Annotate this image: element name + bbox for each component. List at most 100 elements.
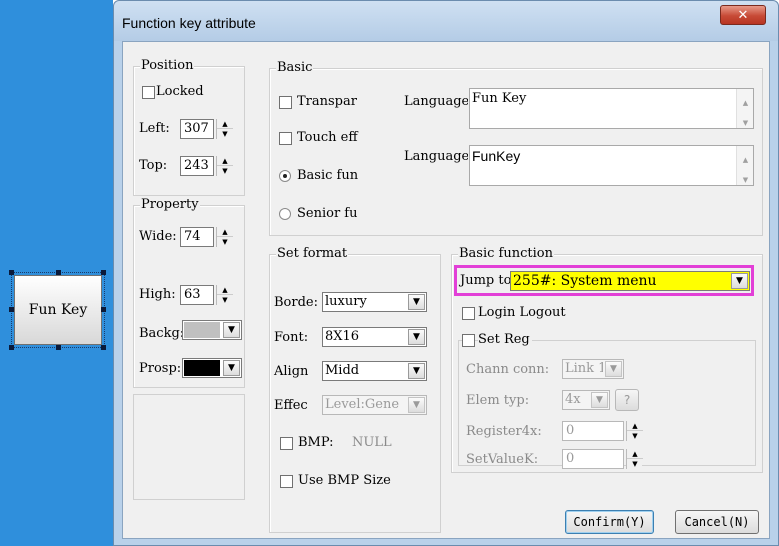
elem-help-button: ? xyxy=(615,389,639,411)
scroll-up-icon[interactable]: ▲ xyxy=(737,151,754,169)
elem-typ-select: 4x ▼ xyxy=(562,390,610,410)
confirm-button[interactable]: Confirm(Y) xyxy=(565,510,654,534)
spin-down-icon[interactable]: ▼ xyxy=(627,431,643,441)
jump-to-value: 255#: System menu xyxy=(513,273,657,289)
effect-value: Level:Gene xyxy=(325,397,400,412)
register4x-spinner[interactable]: ▲ ▼ xyxy=(626,421,643,441)
touch-effect-checkbox[interactable] xyxy=(279,132,292,145)
high-label: High: xyxy=(139,287,176,302)
chevron-down-icon: ▼ xyxy=(408,397,425,413)
set-format-legend: Set format xyxy=(276,246,349,261)
resize-handle[interactable] xyxy=(9,345,14,350)
use-bmp-size-checkbox[interactable] xyxy=(280,475,293,488)
close-icon: ✕ xyxy=(737,7,749,23)
wide-spinner[interactable]: ▲ ▼ xyxy=(216,227,233,247)
transparent-label: Transpar xyxy=(297,94,357,109)
dialog-client: Position Locked Left: 307 ▲ ▼ Top: 243 ▲ ▼… xyxy=(122,41,770,539)
jump-to-select[interactable]: 255#: System menu ▼ xyxy=(510,271,750,291)
left-label: Left: xyxy=(139,121,170,136)
effect-select: Level:Gene ▼ xyxy=(322,395,427,415)
wide-input[interactable]: 74 xyxy=(180,227,214,247)
set-reg-label: Set Reg xyxy=(478,332,532,348)
resize-handle[interactable] xyxy=(101,270,106,275)
resize-handle[interactable] xyxy=(9,270,14,275)
background-color-swatch xyxy=(184,322,220,338)
top-label: Top: xyxy=(139,158,168,173)
scroll-up-icon[interactable]: ▲ xyxy=(737,94,754,112)
chevron-down-icon[interactable]: ▼ xyxy=(408,329,425,345)
chann-conn-select: Link 1 ▼ xyxy=(562,359,624,379)
basic-function-radio-label: Basic fun xyxy=(297,168,359,183)
transparent-checkbox[interactable] xyxy=(279,96,292,109)
font-select[interactable]: 8X16 ▼ xyxy=(322,327,427,347)
locked-checkbox[interactable] xyxy=(142,86,155,99)
high-spinner[interactable]: ▲ ▼ xyxy=(216,285,233,305)
close-button[interactable]: ✕ xyxy=(720,5,766,25)
setvaluek-spinner[interactable]: ▲ ▼ xyxy=(626,449,643,469)
position-group: Position Locked Left: 307 ▲ ▼ Top: 243 ▲ ▼ xyxy=(133,59,245,196)
spin-up-icon[interactable]: ▲ xyxy=(217,156,233,166)
dialog-title: Function key attribute xyxy=(122,15,256,31)
resize-handle[interactable] xyxy=(9,307,14,312)
language1-scrollbar[interactable]: ▲ ▼ xyxy=(736,89,753,128)
basic-legend: Basic xyxy=(276,60,314,75)
chevron-down-icon[interactable]: ▼ xyxy=(223,360,240,376)
fun-key-widget[interactable]: Fun Key xyxy=(14,275,102,345)
set-reg-checkbox[interactable] xyxy=(462,334,475,347)
chevron-down-icon[interactable]: ▼ xyxy=(731,273,748,289)
bmp-checkbox[interactable] xyxy=(280,437,293,450)
property-group: Property Wide: 74 ▲ ▼ High: 63 ▲ ▼ Backg: … xyxy=(133,198,245,388)
scroll-down-icon[interactable]: ▼ xyxy=(737,171,754,189)
cancel-button[interactable]: Cancel(N) xyxy=(675,510,759,534)
left-spinner[interactable]: ▲ ▼ xyxy=(216,119,233,139)
scroll-down-icon[interactable]: ▼ xyxy=(737,114,754,132)
spin-up-icon[interactable]: ▲ xyxy=(627,449,643,459)
chevron-down-icon: ▼ xyxy=(591,392,608,408)
chevron-down-icon[interactable]: ▼ xyxy=(223,322,240,338)
language1-label: Language xyxy=(404,94,468,109)
chevron-down-icon[interactable]: ▼ xyxy=(408,363,425,379)
spin-down-icon[interactable]: ▼ xyxy=(217,237,233,247)
spin-down-icon[interactable]: ▼ xyxy=(217,129,233,139)
jump-to-label: Jump to xyxy=(460,273,512,288)
use-bmp-size-label: Use BMP Size xyxy=(298,473,391,488)
spin-down-icon[interactable]: ▼ xyxy=(627,459,643,469)
font-label: Font: xyxy=(274,330,309,345)
resize-handle[interactable] xyxy=(101,307,106,312)
setvaluek-input: 0 xyxy=(562,449,624,469)
resize-handle[interactable] xyxy=(101,345,106,350)
language1-text[interactable]: Fun Key ▲ ▼ xyxy=(469,88,754,129)
border-select[interactable]: luxury ▼ xyxy=(322,292,427,312)
spin-down-icon[interactable]: ▼ xyxy=(217,295,233,305)
spin-up-icon[interactable]: ▲ xyxy=(627,421,643,431)
foreground-color-picker[interactable]: ▼ xyxy=(182,358,242,378)
basic-function-radio[interactable] xyxy=(279,170,291,182)
design-canvas: Fun Key xyxy=(0,0,113,546)
language2-scrollbar[interactable]: ▲ ▼ xyxy=(736,146,753,185)
spin-up-icon[interactable]: ▲ xyxy=(217,227,233,237)
basic-group: Basic Transpar Touch eff Basic fun Senio… xyxy=(269,61,763,236)
spin-up-icon[interactable]: ▲ xyxy=(217,285,233,295)
bmp-value: NULL xyxy=(352,435,392,450)
title-bar[interactable]: Function key attribute ✕ xyxy=(114,1,778,41)
spin-down-icon[interactable]: ▼ xyxy=(217,166,233,176)
background-color-picker[interactable]: ▼ xyxy=(182,320,242,340)
spin-up-icon[interactable]: ▲ xyxy=(217,119,233,129)
login-logout-checkbox[interactable] xyxy=(462,307,475,320)
chevron-down-icon[interactable]: ▼ xyxy=(408,294,425,310)
elem-typ-label: Elem typ: xyxy=(466,393,530,408)
top-spinner[interactable]: ▲ ▼ xyxy=(216,156,233,176)
resize-handle[interactable] xyxy=(56,270,61,275)
align-value: Midd xyxy=(325,363,360,378)
senior-function-radio[interactable] xyxy=(279,208,291,220)
effect-label: Effec xyxy=(274,398,308,413)
left-input[interactable]: 307 xyxy=(180,119,214,139)
language2-text[interactable]: FunKey ▲ ▼ xyxy=(469,145,754,186)
foreground-color-swatch xyxy=(184,360,220,376)
basic-function-legend: Basic function xyxy=(458,246,554,261)
high-input[interactable]: 63 xyxy=(180,285,214,305)
top-input[interactable]: 243 xyxy=(180,156,214,176)
position-legend: Position xyxy=(140,58,195,73)
resize-handle[interactable] xyxy=(56,345,61,350)
align-select[interactable]: Midd ▼ xyxy=(322,361,427,381)
